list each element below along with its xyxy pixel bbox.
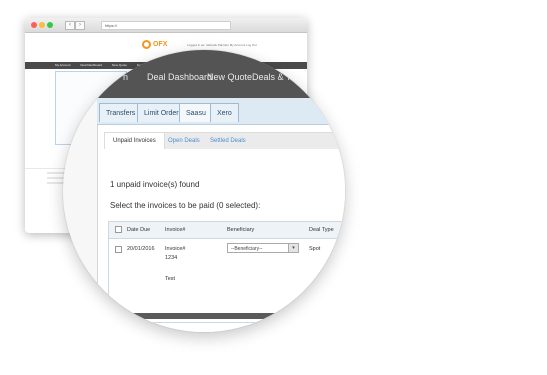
- menu-item-deal-dashboard[interactable]: Deal Dashboard: [147, 72, 212, 82]
- subtab-unpaid-invoices[interactable]: Unpaid Invoices: [104, 132, 165, 149]
- header-beneficiary: Beneficiary: [227, 227, 255, 233]
- browser-chrome: ‹ › https://: [25, 18, 307, 33]
- close-window-button[interactable]: [31, 22, 37, 28]
- back-arrow-icon[interactable]: ‹: [65, 21, 75, 30]
- beneficiary-select[interactable]: --Beneficiary-- ▾: [227, 243, 299, 253]
- logo-text: OFX: [153, 41, 168, 48]
- tab-transfers[interactable]: Transfers: [99, 103, 143, 122]
- table-header: Date Due Invoice# Beneficiary Deal Type: [109, 222, 345, 239]
- tab-xero[interactable]: Xero: [210, 103, 239, 122]
- forward-arrow-icon[interactable]: ›: [75, 21, 85, 30]
- header-date-due: Date Due: [127, 227, 151, 233]
- invoice-table: Date Due Invoice# Beneficiary Deal Type …: [108, 221, 345, 323]
- select-all-checkbox[interactable]: [115, 226, 122, 233]
- date-due-cell: 20/01/2016: [127, 246, 155, 252]
- main-area: Transfers Limit Orders Saasu Xero Unpaid…: [97, 98, 345, 332]
- magnifier: n Deal Dashboard New Quote Deals & T Tra…: [63, 50, 345, 332]
- select-instructions: Select the invoices to be paid (0 select…: [110, 201, 261, 210]
- menu-item-deals[interactable]: Deals & T: [252, 72, 291, 82]
- logo: OFX: [142, 40, 167, 49]
- unpaid-count: 1 unpaid invoice(s) found: [110, 180, 200, 189]
- menu-item[interactable]: n: [123, 72, 128, 82]
- header-invoice: Invoice#: [165, 227, 186, 233]
- logo-icon: [142, 40, 151, 49]
- invoice-cell-line1: Invoice#: [165, 246, 186, 252]
- beneficiary-select-value: --Beneficiary--: [231, 246, 263, 252]
- subtabs: Unpaid Invoices Open Deals Settled Deals: [104, 132, 345, 149]
- table-row: 20/01/2016 Invoice# 1234 Test --Benefici…: [109, 238, 345, 322]
- invoice-cell-line3: Test: [165, 276, 176, 282]
- integration-tabs: Transfers Limit Orders Saasu Xero: [97, 98, 345, 125]
- chevron-down-icon: ▾: [288, 244, 298, 252]
- invoice-cell-line2: 1234: [165, 255, 178, 261]
- subtab-settled-deals[interactable]: Settled Deals: [202, 133, 254, 149]
- tab-content: Unpaid Invoices Open Deals Settled Deals…: [97, 125, 345, 332]
- deal-type-cell: Spot: [309, 246, 321, 252]
- footer-bar: [97, 313, 345, 319]
- tab-saasu[interactable]: Saasu: [179, 103, 213, 122]
- address-bar[interactable]: https://: [101, 21, 231, 30]
- top-menu-bar: n Deal Dashboard New Quote Deals & T: [63, 50, 345, 98]
- menu-item-new-quote[interactable]: New Quote: [207, 72, 252, 82]
- subtab-open-deals[interactable]: Open Deals: [160, 133, 208, 149]
- header-deal-type: Deal Type: [309, 227, 334, 233]
- minimize-window-button[interactable]: [39, 22, 45, 28]
- row-checkbox[interactable]: [115, 246, 122, 253]
- zoomed-view: n Deal Dashboard New Quote Deals & T Tra…: [63, 50, 345, 332]
- maximize-window-button[interactable]: [47, 22, 53, 28]
- header-links[interactable]: Logged in as: Jahnelle Palmiter My Accou…: [187, 43, 257, 47]
